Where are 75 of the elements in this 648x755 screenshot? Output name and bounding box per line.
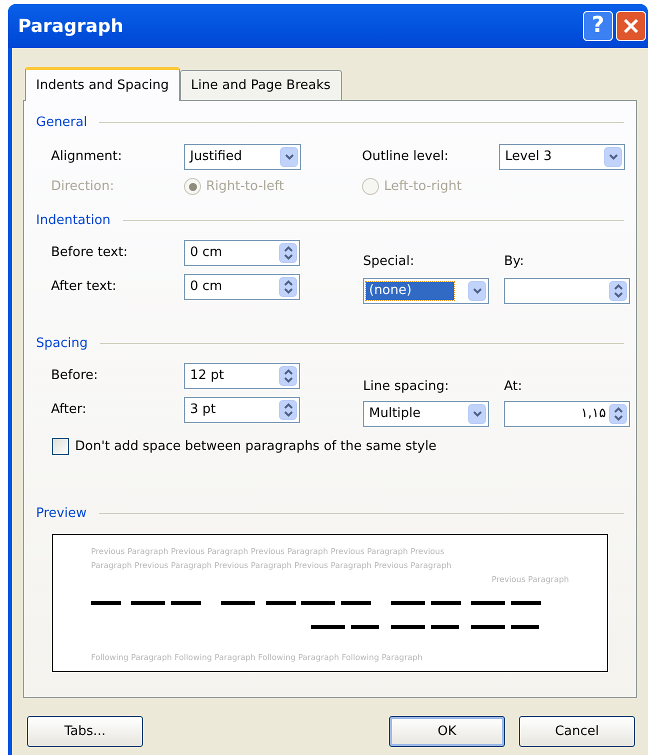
chevron-down-icon [284, 411, 292, 417]
close-button[interactable] [616, 11, 646, 41]
spin-field[interactable]: ۱,۱۵ [504, 400, 630, 426]
section-heading: Indentation [36, 212, 111, 230]
checkbox[interactable] [52, 438, 69, 455]
chevron-down-icon [284, 154, 294, 160]
spin-arrows[interactable] [279, 243, 297, 263]
spin-value: 0 cm [190, 278, 222, 296]
dropdown[interactable]: Multiple [363, 400, 489, 426]
tab[interactable]: Indents and Spacing [25, 67, 180, 101]
preview-text: Following Paragraph Following Paragraph Following Paragraph Following Paragraph [91, 652, 424, 664]
preview-text: Paragraph Previous Paragraph Previous Paragraph Previous Paragraph Previous Paragraph [91, 560, 452, 572]
dropdown-value: Justified [188, 148, 243, 166]
spin-value: 0 cm [190, 244, 222, 262]
dropdown-arrow-button[interactable] [280, 146, 298, 166]
dropdown-value: Multiple [368, 404, 422, 422]
field-label: By: [504, 253, 524, 271]
chevron-up-icon [284, 403, 292, 409]
chevron-down-icon [472, 288, 482, 294]
spin-value: ۱,۱۵ [580, 404, 606, 423]
spin-arrows[interactable] [279, 400, 297, 420]
dropdown[interactable]: (none) [363, 278, 489, 304]
spin-field[interactable] [504, 278, 630, 304]
section-heading: Spacing [36, 334, 88, 352]
close-icon [622, 17, 640, 35]
preview-text: Previous Paragraph [492, 574, 569, 586]
chevron-down-icon [284, 377, 292, 383]
dropdown-arrow-button[interactable] [468, 280, 486, 300]
field-label: Direction: [51, 178, 116, 196]
field-label: Before text: [51, 244, 129, 262]
chevron-down-icon [284, 254, 292, 260]
field-label: Outline level: [362, 148, 450, 166]
chevron-down-icon [472, 410, 482, 416]
chevron-up-icon [284, 246, 292, 252]
dropdown-arrow-button[interactable] [468, 404, 486, 424]
dialog-button[interactable]: OK [389, 716, 505, 747]
field-label: Alignment: [51, 148, 123, 166]
dropdown[interactable]: Justified [184, 144, 301, 170]
checkbox-option[interactable]: Don't add space between paragraphs of the same style [52, 436, 636, 456]
preview-text: Previous Paragraph Previous Paragraph Previous Paragraph Previous Paragraph Previous [91, 546, 446, 558]
spin-arrows[interactable] [279, 277, 297, 297]
help-button[interactable]: ? [583, 11, 613, 41]
spin-field[interactable]: 3 pt [184, 397, 300, 423]
chevron-down-icon [284, 288, 292, 294]
spin-field[interactable]: 12 pt [184, 363, 300, 389]
dropdown-arrow-button[interactable] [604, 146, 622, 166]
spin-field[interactable]: 0 cm [184, 240, 300, 266]
chevron-up-icon [284, 280, 292, 286]
field-label: At: [504, 378, 522, 396]
field-label: Special: [363, 253, 416, 271]
tab[interactable]: Line and Page Breaks [180, 70, 342, 100]
chevron-down-icon [614, 292, 622, 298]
field-label: Before: [51, 367, 99, 386]
chevron-down-icon [608, 154, 618, 160]
spin-value: 12 pt [190, 367, 224, 386]
dialog-button[interactable]: Cancel [519, 716, 635, 747]
section-heading: General [36, 114, 88, 132]
chevron-up-icon [284, 369, 292, 375]
dropdown[interactable]: Level 3 [499, 144, 625, 170]
dropdown-value: Level 3 [504, 148, 553, 166]
spin-arrows[interactable] [279, 366, 297, 386]
spin-field[interactable]: 0 cm [184, 274, 300, 300]
window-title: Paragraph [18, 14, 124, 38]
spin-value: 3 pt [190, 401, 216, 420]
section-heading: Preview [36, 505, 87, 523]
dropdown-value: (none) [366, 282, 454, 300]
spin-arrows[interactable] [609, 404, 627, 424]
spin-arrows[interactable] [609, 280, 627, 300]
field-label: After text: [51, 278, 118, 296]
field-label: Line spacing: [363, 378, 450, 396]
chevron-down-icon [614, 414, 622, 420]
dialog-button[interactable]: Tabs... [27, 716, 143, 747]
chevron-up-icon [614, 284, 622, 290]
chevron-up-icon [614, 406, 622, 412]
field-label: After: [51, 401, 88, 420]
